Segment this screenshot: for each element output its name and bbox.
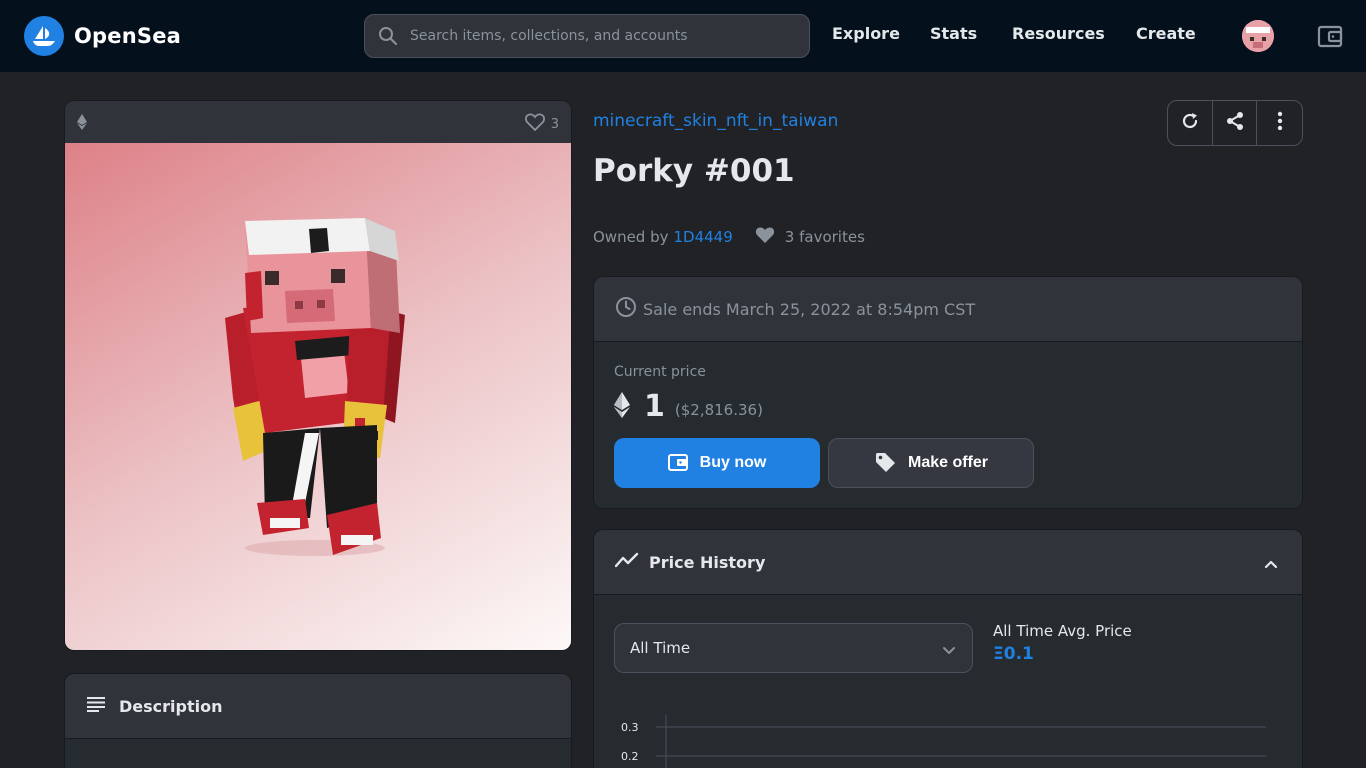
search-bar[interactable] — [364, 14, 810, 58]
nft-media-card: 3 — [64, 100, 572, 651]
item-actions — [1167, 100, 1303, 146]
description-header[interactable]: Description — [65, 674, 571, 739]
share-button[interactable] — [1213, 101, 1258, 145]
ethereum-icon — [77, 114, 87, 134]
ethereum-price-icon — [614, 391, 630, 422]
nav-explore[interactable]: Explore — [832, 24, 900, 43]
owned-by-label: Owned by — [593, 228, 669, 246]
search-input[interactable] — [410, 28, 790, 44]
owner-row: Owned by 1D4449 3 favorites — [593, 226, 865, 248]
collection-link[interactable]: minecraft_skin_nft_in_taiwan — [593, 111, 838, 131]
opensea-logo[interactable]: OpenSea — [24, 16, 181, 56]
favorite-button[interactable]: 3 — [524, 113, 559, 135]
text-lines-icon — [87, 696, 105, 716]
clock-icon — [615, 296, 637, 322]
favorites-count: 3 — [550, 116, 559, 132]
price-value: 1 — [644, 389, 665, 424]
description-title: Description — [119, 696, 223, 716]
heart-outline-icon — [524, 113, 545, 135]
avg-price-label: All Time Avg. Price — [993, 622, 1132, 640]
buy-now-label: Buy now — [699, 454, 767, 471]
share-icon — [1225, 111, 1245, 135]
y-tick-label: 0.3 — [621, 721, 639, 734]
price-history-panel: Price History All Time All Time Avg. Pri… — [593, 529, 1303, 768]
nft-image[interactable] — [65, 143, 571, 650]
buy-now-button[interactable]: Buy now — [614, 438, 820, 488]
trade-station: Sale ends March 25, 2022 at 8:54pm CST C… — [593, 276, 1303, 509]
make-offer-button[interactable]: Make offer — [828, 438, 1034, 488]
refresh-icon — [1180, 111, 1200, 135]
refresh-button[interactable] — [1168, 101, 1213, 145]
chevron-down-icon — [942, 642, 956, 660]
opensea-boat-icon — [24, 16, 64, 56]
description-body — [65, 739, 571, 768]
description-panel: Description — [64, 673, 572, 768]
favorites-text: 3 favorites — [784, 228, 865, 246]
more-vertical-icon — [1277, 111, 1283, 135]
wallet-icon[interactable] — [1316, 22, 1344, 50]
avg-price-value: Ξ0.1 — [993, 644, 1034, 664]
nav-stats[interactable]: Stats — [930, 24, 977, 43]
search-icon — [377, 25, 399, 47]
item-title: Porky #001 — [593, 153, 795, 189]
nav-resources[interactable]: Resources — [1012, 24, 1105, 43]
price-chart: 0.3 0.2 — [621, 715, 1266, 768]
heart-icon — [755, 226, 775, 248]
profile-avatar[interactable] — [1242, 20, 1274, 52]
brand-name: OpenSea — [74, 24, 182, 48]
price-row: 1 ($2,816.36) — [614, 389, 763, 424]
more-options-button[interactable] — [1257, 101, 1302, 145]
nav-create[interactable]: Create — [1136, 24, 1196, 43]
tag-icon — [874, 451, 896, 476]
trending-line-icon — [614, 552, 639, 572]
price-history-title: Price History — [649, 552, 766, 572]
sale-timer: Sale ends March 25, 2022 at 8:54pm CST — [594, 277, 1302, 342]
time-range-select[interactable]: All Time — [614, 623, 973, 673]
favorites-summary[interactable]: 3 favorites — [755, 226, 865, 248]
sale-ends-text: Sale ends March 25, 2022 at 8:54pm CST — [643, 299, 976, 319]
wallet-icon — [667, 452, 688, 475]
price-history-header[interactable]: Price History — [594, 530, 1302, 595]
owner-link[interactable]: 1D4449 — [674, 228, 733, 246]
price-usd: ($2,816.36) — [674, 400, 763, 419]
top-nav: OpenSea Explore Stats Resources Create — [0, 0, 1366, 72]
time-range-value: All Time — [630, 639, 691, 657]
price-area: Current price 1 ($2,816.36) Buy now Make… — [594, 342, 1302, 508]
media-header: 3 — [65, 101, 571, 143]
y-tick-label: 0.2 — [621, 750, 639, 763]
chevron-up-icon[interactable] — [1264, 554, 1278, 573]
price-history-body: All Time All Time Avg. Price Ξ0.1 0.3 0.… — [594, 595, 1302, 768]
current-price-label: Current price — [614, 364, 706, 380]
make-offer-label: Make offer — [907, 454, 989, 471]
